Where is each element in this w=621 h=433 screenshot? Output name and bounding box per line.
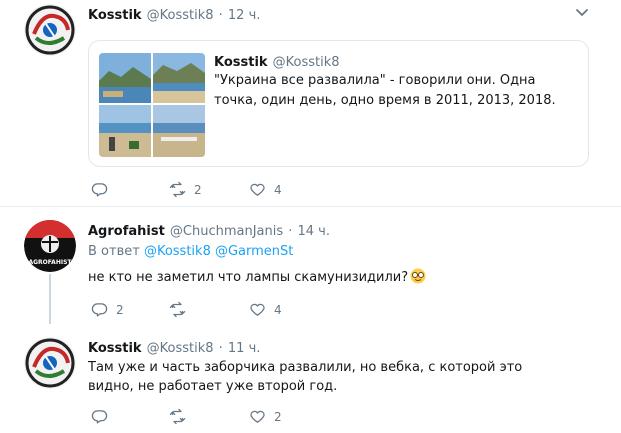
reply-icon bbox=[91, 410, 108, 424]
tweet-1[interactable]: Kosstik @Kosstik8 · 12 ч. Kosstik @Kosst… bbox=[0, 0, 621, 205]
like-button[interactable]: 4 bbox=[249, 181, 282, 198]
thread-connector bbox=[49, 274, 51, 324]
reply-icon bbox=[91, 303, 108, 317]
reply-context: В ответ @Kosstik8 @GarmenSt bbox=[88, 244, 293, 259]
chevron-down-icon[interactable] bbox=[575, 6, 589, 20]
retweet-count: 2 bbox=[194, 182, 202, 197]
like-button[interactable]: 2 bbox=[249, 408, 282, 425]
retweet-icon bbox=[169, 181, 186, 198]
quoted-author-handle[interactable]: @Kosstik8 bbox=[273, 55, 340, 70]
tweet-header: Agrofahist @ChuchmanJanis · 14 ч. bbox=[88, 220, 330, 239]
avatar-logo-text: AGROFAHIST bbox=[28, 259, 72, 266]
quoted-tweet[interactable]: Kosstik @Kosstik8 "Украина все развалила… bbox=[88, 40, 589, 167]
like-count: 4 bbox=[274, 182, 282, 197]
like-count: 2 bbox=[274, 409, 282, 424]
author-handle[interactable]: @ChuchmanJanis bbox=[170, 224, 283, 239]
quoted-tweet-header: Kosstik @Kosstik8 bbox=[214, 51, 340, 70]
like-icon bbox=[250, 410, 265, 423]
retweet-button[interactable]: 2 bbox=[169, 181, 202, 198]
quoted-tweet-text: "Украина все развалила" - говорили они. … bbox=[214, 73, 556, 108]
tweet-2[interactable]: AGROFAHIST Agrofahist @ChuchmanJanis · 1… bbox=[0, 207, 621, 333]
avatar[interactable] bbox=[24, 4, 76, 56]
author-name[interactable]: Agrofahist bbox=[88, 224, 165, 239]
tweet-text: не кто не заметил что лампы скамунизидил… bbox=[88, 268, 588, 287]
reply-icon bbox=[91, 183, 108, 197]
retweet-icon bbox=[169, 301, 186, 318]
dot-separator: · bbox=[218, 8, 223, 23]
tweet-header: Kosstik @Kosstik8 · 11 ч. bbox=[88, 337, 260, 356]
retweet-button[interactable] bbox=[169, 301, 194, 318]
author-name[interactable]: Kosstik bbox=[88, 8, 142, 23]
reply-mention-1[interactable]: @Kosstik8 bbox=[144, 244, 211, 259]
dot-separator: · bbox=[218, 341, 223, 356]
avatar[interactable]: AGROFAHIST bbox=[24, 220, 76, 272]
retweet-icon bbox=[169, 408, 186, 425]
tweet-actions: 2 4 bbox=[88, 181, 388, 201]
quoted-media-collage[interactable] bbox=[99, 53, 205, 157]
like-count: 4 bbox=[274, 302, 282, 317]
nerd-face-emoji bbox=[410, 268, 426, 284]
author-handle[interactable]: @Kosstik8 bbox=[147, 341, 214, 356]
dot-separator: · bbox=[288, 224, 293, 239]
reply-prefix: В ответ bbox=[88, 244, 140, 259]
like-icon bbox=[250, 303, 265, 316]
tweet-header: Kosstik @Kosstik8 · 12 ч. bbox=[88, 4, 260, 23]
reply-button[interactable]: 2 bbox=[91, 301, 124, 318]
tweet-3[interactable]: Kosstik @Kosstik8 · 11 ч. Там уже и част… bbox=[0, 333, 621, 433]
tweet-actions: 2 4 bbox=[88, 301, 388, 321]
reply-mention-2[interactable]: @GarmenSt bbox=[215, 244, 293, 259]
author-name[interactable]: Kosstik bbox=[88, 341, 142, 356]
tweet-text-content: не кто не заметил что лампы скамунизидил… bbox=[88, 270, 409, 285]
tweet-actions: 2 bbox=[88, 408, 388, 428]
retweet-button[interactable] bbox=[169, 408, 194, 425]
reply-button[interactable] bbox=[91, 181, 116, 198]
tweet-text: Там уже и часть заборчика развалили, но … bbox=[88, 360, 523, 394]
reply-count: 2 bbox=[116, 302, 124, 317]
author-handle[interactable]: @Kosstik8 bbox=[147, 8, 214, 23]
timestamp[interactable]: 12 ч. bbox=[228, 8, 261, 23]
like-icon bbox=[250, 183, 265, 196]
reply-button[interactable] bbox=[91, 408, 116, 425]
quoted-author-name[interactable]: Kosstik bbox=[214, 55, 268, 70]
timestamp[interactable]: 11 ч. bbox=[228, 341, 261, 356]
avatar[interactable] bbox=[24, 337, 76, 389]
timestamp[interactable]: 14 ч. bbox=[297, 224, 330, 239]
like-button[interactable]: 4 bbox=[249, 301, 282, 318]
